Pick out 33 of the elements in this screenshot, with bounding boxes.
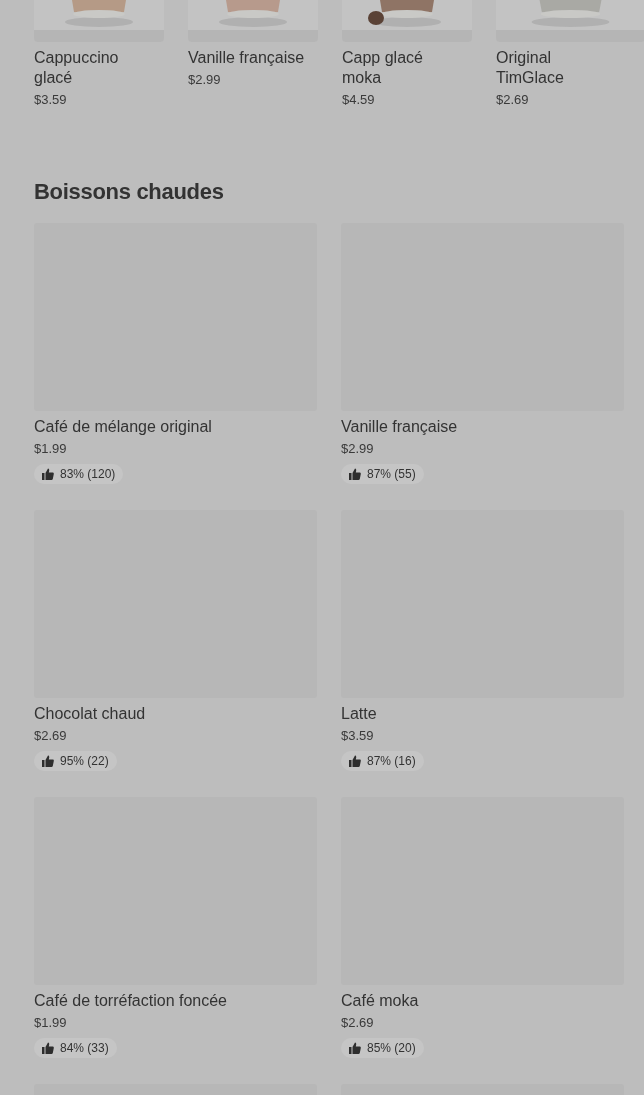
product-name[interactable]: Original TimGlace xyxy=(496,48,617,88)
rating-badge: 83% (120) xyxy=(34,464,124,484)
rating-badge: 87% (55) xyxy=(341,464,424,484)
product-price: $1.99 xyxy=(34,1015,68,1030)
product-price: $3.59 xyxy=(341,728,375,743)
product-name[interactable]: Latte xyxy=(341,704,624,724)
rating-badge: 84% (33) xyxy=(34,1038,117,1058)
product-name[interactable]: Chocolat chaud xyxy=(34,704,317,724)
thumbs-up-icon xyxy=(349,1042,361,1054)
thumbs-up-icon xyxy=(42,468,54,480)
product-price: $2.99 xyxy=(341,441,375,456)
section-heading: Boissons chaudes xyxy=(34,179,225,205)
thumbs-up-icon xyxy=(349,468,361,480)
thumbs-up-icon xyxy=(42,1042,54,1054)
product-name[interactable]: Café de mélange original xyxy=(34,417,317,437)
product-price: $1.99 xyxy=(34,441,68,456)
thumbs-up-icon xyxy=(42,755,54,767)
rating-badge: 85% (20) xyxy=(341,1038,424,1058)
product-name[interactable]: Vanille française xyxy=(341,417,624,437)
product-price: $2.69 xyxy=(496,92,530,107)
product-price: $2.69 xyxy=(34,728,68,743)
product-price: $4.59 xyxy=(342,92,376,107)
product-price: $3.59 xyxy=(34,92,68,107)
product-name[interactable]: Vanille française xyxy=(188,48,309,68)
rating-badge: 87% (16) xyxy=(341,751,424,771)
product-name[interactable]: Café de torréfaction foncée xyxy=(34,991,317,1011)
rating-badge: 95% (22) xyxy=(34,751,117,771)
product-price: $2.99 xyxy=(188,72,222,87)
product-name[interactable]: Café moka xyxy=(341,991,624,1011)
thumbs-up-icon xyxy=(349,755,361,767)
product-name[interactable]: Capp glacé moka xyxy=(342,48,463,88)
product-name[interactable]: Cappuccino glacé xyxy=(34,48,155,88)
product-price: $2.69 xyxy=(341,1015,375,1030)
